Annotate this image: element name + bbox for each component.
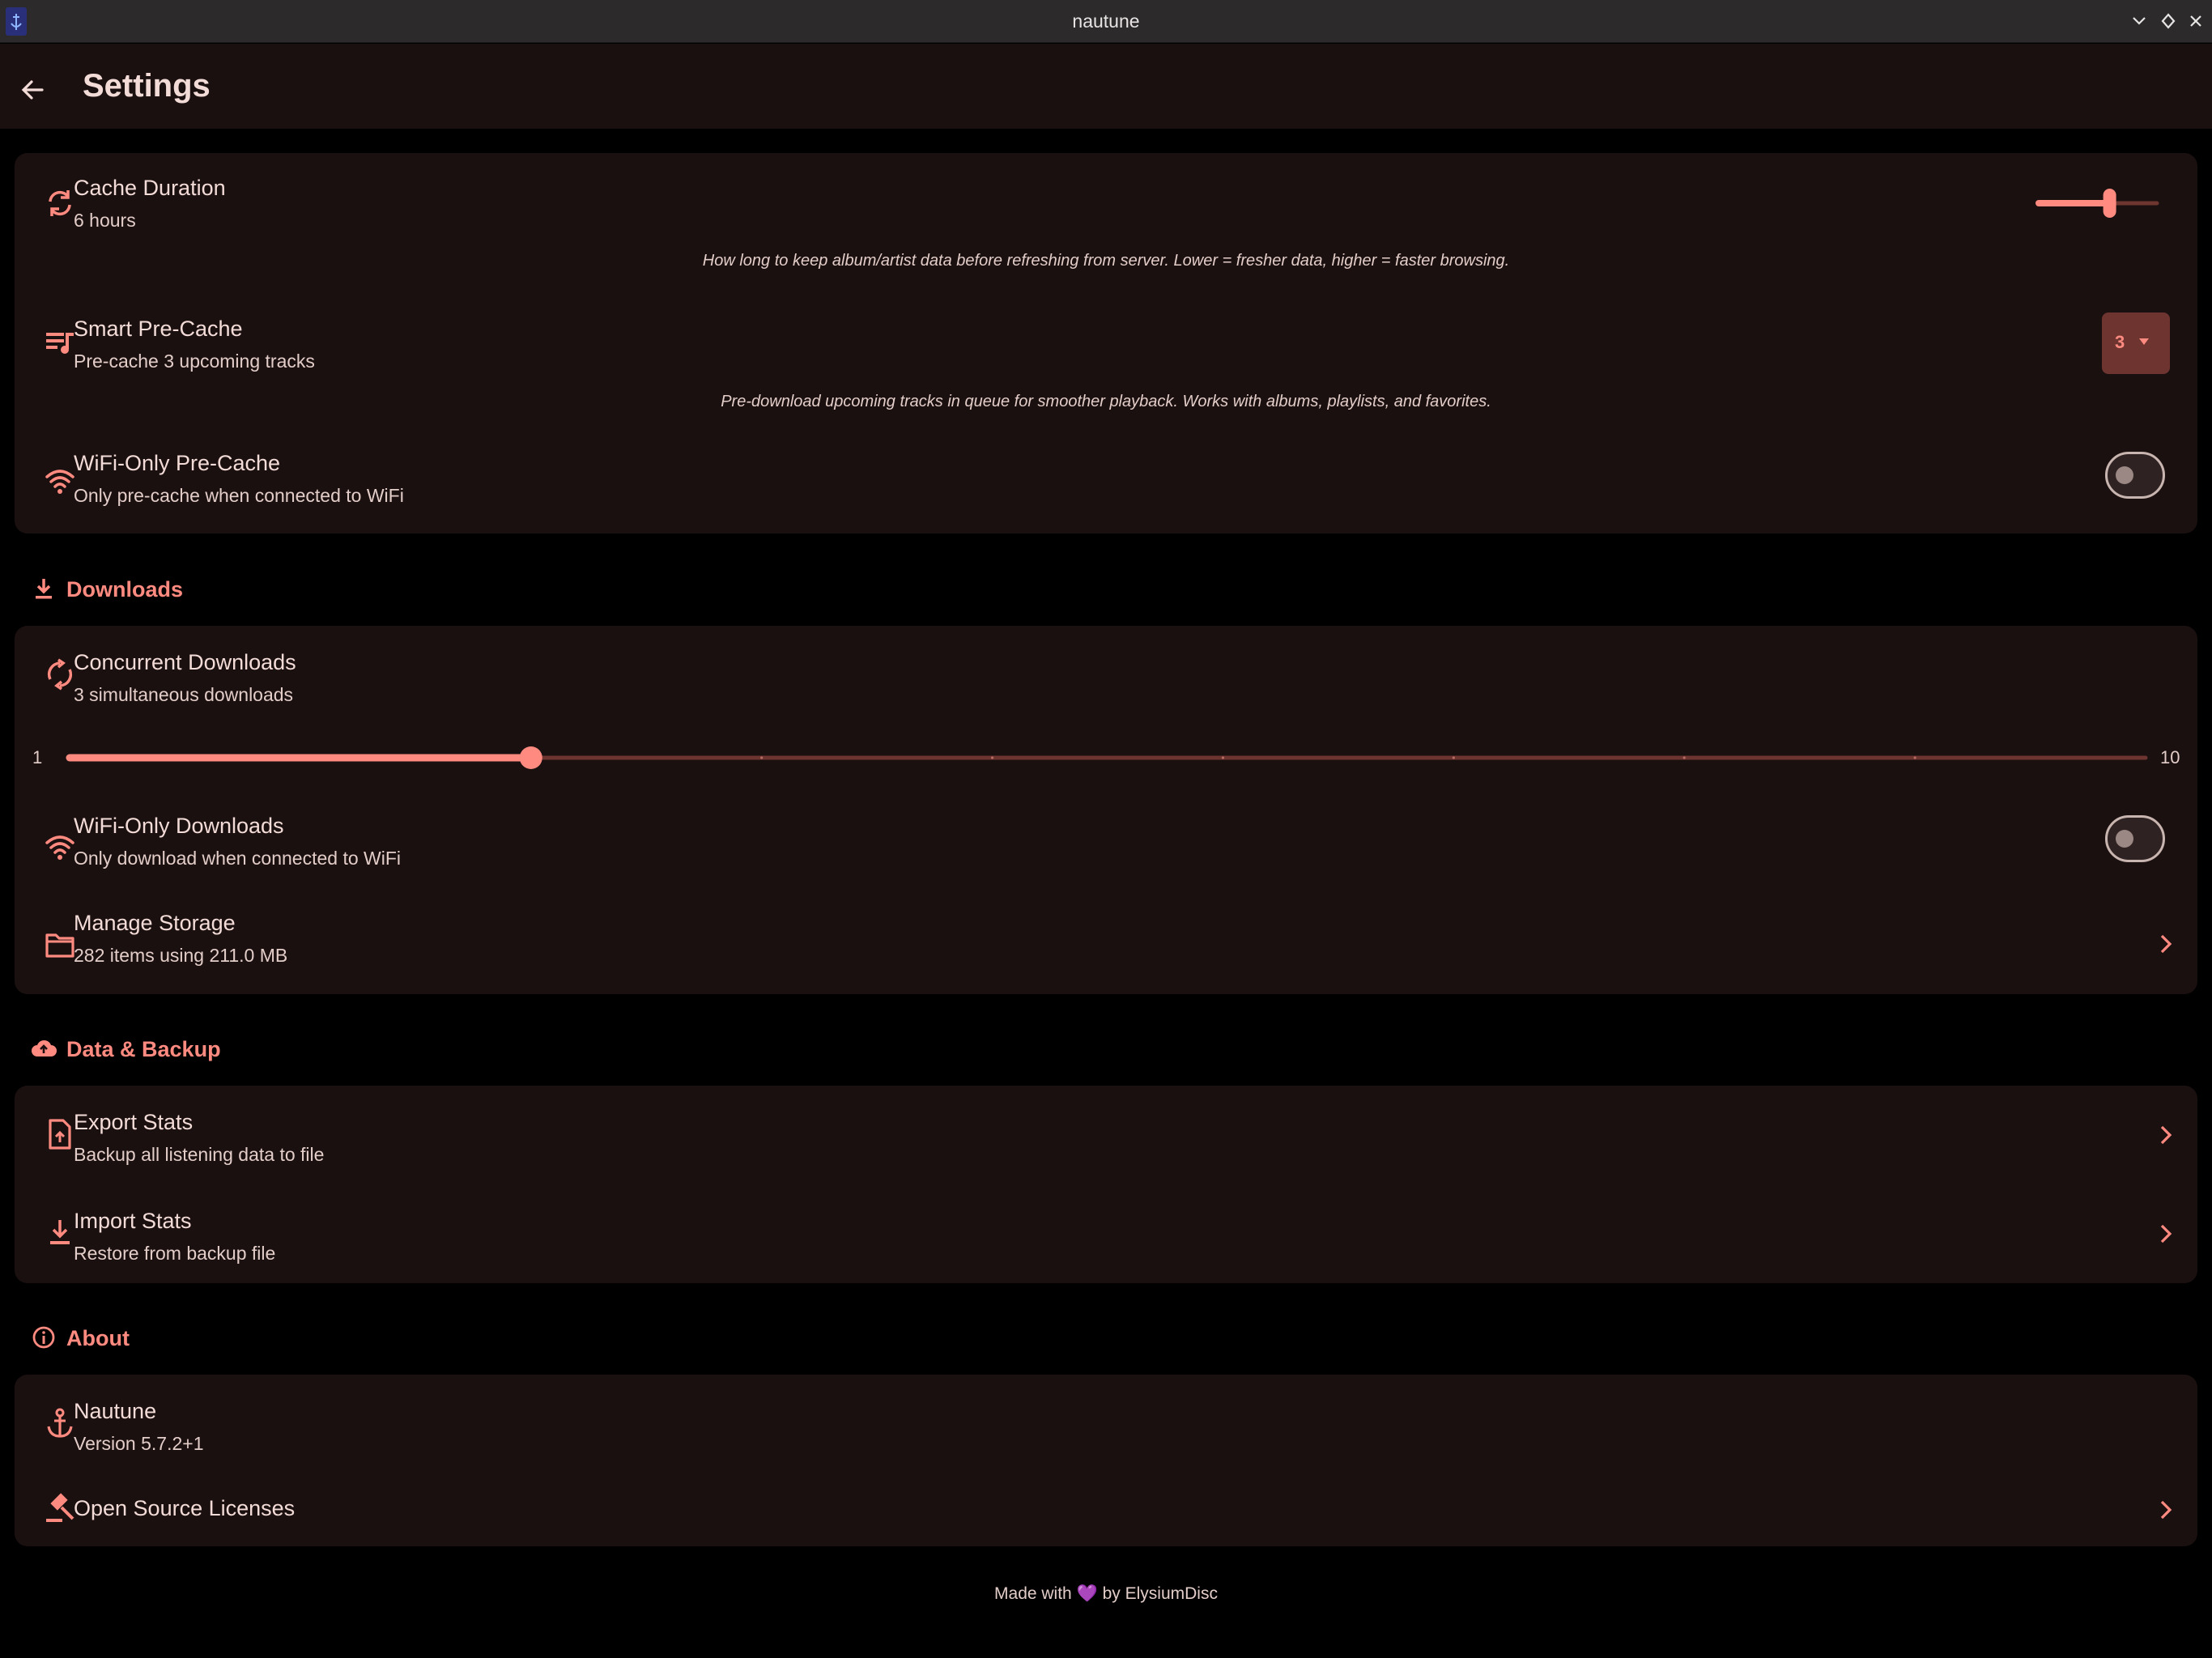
export-stats-title: Export Stats [74,1110,194,1134]
page-title: Settings [83,68,211,104]
queue-music-icon [46,333,74,354]
slider-tick-mark [760,756,764,759]
wifi-downloads-subtitle: Only download when connected to WiFi [74,848,401,869]
import-stats-subtitle: Restore from backup file [74,1243,276,1264]
arrow-back-icon [21,80,44,100]
wifi-precache-subtitle: Only pre-cache when connected to WiFi [74,485,404,506]
heart-icon: 💜 [1076,1584,1098,1603]
toggle-knob [2116,830,2133,848]
cache-duration-value: 6 hours [74,210,136,231]
concurrent-downloads-title: Concurrent Downloads [74,650,296,674]
smart-precache-hint: Pre-download upcoming tracks in queue fo… [721,393,1491,410]
file-upload-icon [49,1119,71,1150]
dropdown-arrow-icon [2139,338,2149,345]
precache-count-dropdown[interactable]: 3 [2102,312,2170,374]
licenses-title: Open Source Licenses [74,1496,296,1520]
slider-tick-mark [1682,756,1686,759]
toggle-knob [2116,466,2133,484]
wifi-precache-toggle[interactable] [2105,452,2165,499]
wifi-precache-title: WiFi-Only Pre-Cache [74,451,281,475]
anchor-icon [47,1408,73,1438]
slider-tick-mark [1913,756,1916,759]
gavel-icon [46,1493,74,1522]
sync-icon [49,190,71,216]
download-icon [50,1220,70,1244]
concurrent-max-label: 10 [2160,747,2180,767]
export-stats-row[interactable]: Export Stats Backup all listening data t… [15,1086,2197,1184]
wifi-precache-row: WiFi-Only Pre-Cache Only pre-cache when … [15,430,2197,534]
smart-precache-subtitle: Pre-cache 3 upcoming tracks [74,351,315,372]
downloads-section-title: Downloads [66,577,184,602]
concurrent-downloads-slider[interactable] [63,738,2152,778]
concurrent-downloads-subtitle: 3 simultaneous downloads [74,684,294,705]
cache-duration-title: Cache Duration [74,176,226,200]
manage-storage-row[interactable]: Manage Storage 282 items using 211.0 MB [15,899,2197,994]
chevron-right-icon [2160,934,2172,954]
import-stats-row[interactable]: Import Stats Restore from backup file [15,1184,2197,1283]
slider-tick-mark [1221,756,1225,759]
download-icon [36,579,52,599]
folder-icon [45,933,74,958]
wifi-icon [45,835,74,860]
export-stats-subtitle: Backup all listening data to file [74,1144,325,1165]
concurrent-min-label: 1 [32,747,43,767]
wifi-downloads-toggle[interactable] [2105,815,2165,862]
sync-icon [47,658,73,691]
precache-count-value: 3 [2115,332,2125,352]
slider-thumb [2103,189,2116,218]
app-name: Nautune [74,1399,157,1423]
footer: Made with 💜 by ElysiumDisc [0,1584,2212,1604]
chevron-right-icon [2160,1500,2172,1520]
cloud-upload-icon [32,1039,57,1056]
minimize-window-icon[interactable] [2128,10,2150,32]
maximize-window-icon[interactable] [2157,10,2180,32]
smart-precache-title: Smart Pre-Cache [74,317,243,341]
cache-duration-hint: How long to keep album/artist data befor… [702,252,1510,270]
app-bar: Settings [0,44,2212,129]
wifi-downloads-row: WiFi-Only Downloads Only download when c… [15,804,2197,899]
backup-section-title: Data & Backup [66,1037,221,1061]
slider-tick-mark [1452,756,1455,759]
cache-duration-slider[interactable] [2023,187,2168,219]
manage-storage-title: Manage Storage [74,911,236,935]
smart-precache-row: Smart Pre-Cache Pre-cache 3 upcoming tra… [15,291,2197,430]
licenses-row[interactable]: Open Source Licenses [15,1473,2197,1546]
manage-storage-subtitle: 282 items using 211.0 MB [74,945,288,966]
window-title: nautune [1072,11,1140,32]
wifi-icon [45,470,74,494]
backup-card: Export Stats Backup all listening data t… [15,1086,2197,1283]
back-button[interactable] [16,73,50,107]
downloads-card: Concurrent Downloads 3 simultaneous down… [15,626,2197,994]
wifi-downloads-title: WiFi-Only Downloads [74,814,284,838]
about-card: Nautune Version 5.7.2+1 Open Source Lice… [15,1375,2197,1546]
footer-prefix: Made with [994,1584,1072,1603]
cache-settings-card: Cache Duration 6 hours How long to keep … [15,153,2197,534]
footer-suffix: by ElysiumDisc [1102,1584,1218,1603]
close-window-icon[interactable] [2184,10,2207,32]
chevron-right-icon [2160,1224,2172,1244]
about-section-title: About [66,1326,130,1350]
concurrent-downloads-row: Concurrent Downloads 3 simultaneous down… [15,626,2197,731]
chevron-right-icon [2160,1125,2172,1145]
slider-tick-mark [990,756,994,759]
app-version: Version 5.7.2+1 [74,1433,204,1454]
cache-duration-row: Cache Duration 6 hours How long to keep … [15,153,2197,291]
slider-thumb [519,746,542,769]
window-titlebar: nautune [0,0,2212,43]
app-info-row: Nautune Version 5.7.2+1 [15,1375,2197,1473]
import-stats-title: Import Stats [74,1209,192,1233]
info-icon [32,1326,55,1349]
